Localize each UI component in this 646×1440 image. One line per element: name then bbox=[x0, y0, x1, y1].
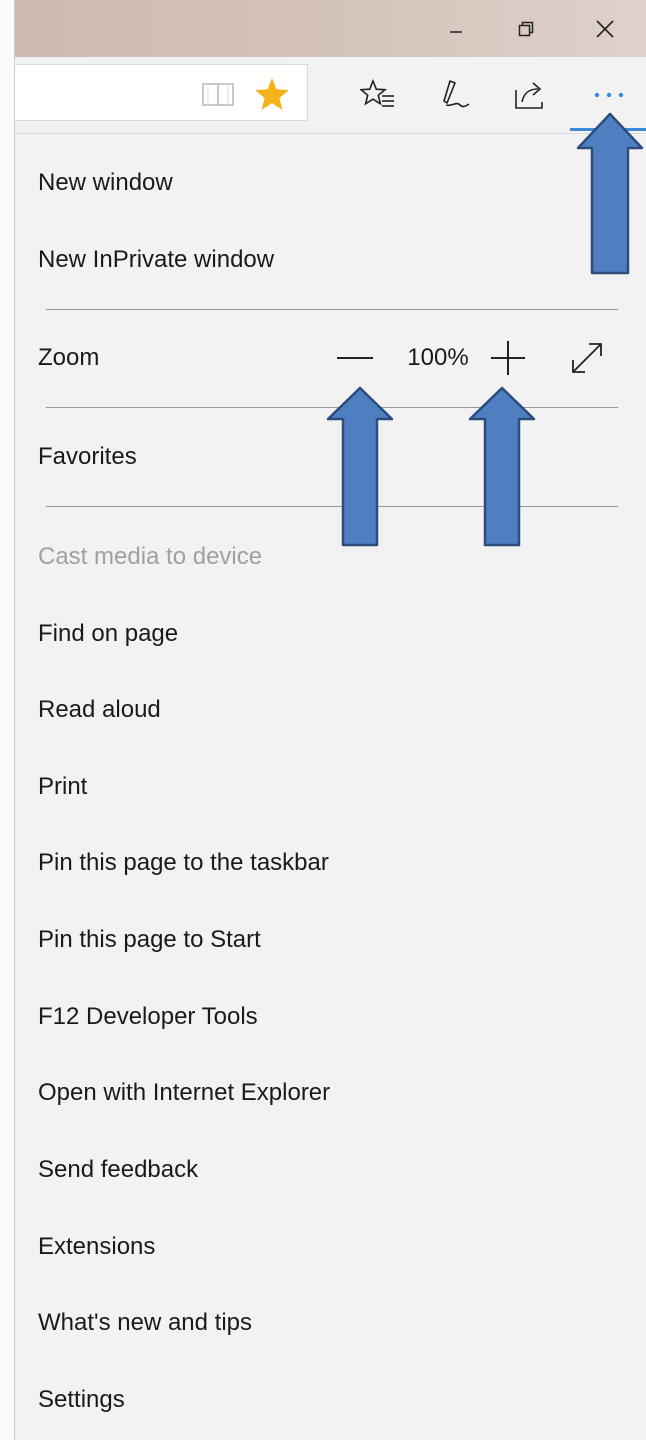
more-actions-button[interactable] bbox=[589, 75, 629, 115]
zoom-in-button[interactable] bbox=[484, 334, 532, 382]
restore-button[interactable] bbox=[496, 0, 556, 57]
zoom-row: Zoom 100% bbox=[15, 320, 646, 396]
zoom-out-button[interactable] bbox=[331, 334, 379, 382]
menu-item-label: Favorites bbox=[38, 443, 137, 470]
menu-item-read-aloud[interactable]: Read aloud bbox=[15, 672, 646, 748]
favorites-hub-button[interactable] bbox=[358, 75, 398, 115]
menu-divider bbox=[46, 309, 618, 310]
menu-item-new-inprivate-window[interactable]: New InPrivate window bbox=[15, 222, 646, 298]
menu-item-label: Extensions bbox=[38, 1233, 156, 1260]
left-window-edge bbox=[0, 0, 15, 1440]
menu-item-new-window[interactable]: New window bbox=[15, 145, 646, 221]
book-icon bbox=[202, 83, 234, 106]
minus-icon bbox=[337, 357, 373, 359]
close-icon bbox=[596, 19, 614, 38]
add-favorite-button[interactable] bbox=[250, 78, 294, 110]
menu-item-label: F12 Developer Tools bbox=[38, 1003, 258, 1030]
more-actions-menu: New window New InPrivate window Zoom 100… bbox=[15, 133, 646, 1440]
menu-item-label: Read aloud bbox=[38, 696, 161, 723]
menu-item-settings[interactable]: Settings bbox=[15, 1362, 646, 1438]
up-arrow-annotation-zoom-in bbox=[468, 386, 536, 547]
up-arrow-annotation-more bbox=[576, 112, 644, 275]
ellipsis-icon bbox=[594, 92, 624, 98]
menu-item-pin-taskbar[interactable]: Pin this page to the taskbar bbox=[15, 825, 646, 901]
browser-toolbar bbox=[15, 57, 646, 133]
menu-item-whats-new[interactable]: What's new and tips bbox=[15, 1285, 646, 1361]
menu-item-pin-start[interactable]: Pin this page to Start bbox=[15, 902, 646, 978]
menu-item-send-feedback[interactable]: Send feedback bbox=[15, 1132, 646, 1208]
menu-item-label: Pin this page to Start bbox=[38, 926, 261, 953]
menu-item-developer-tools[interactable]: F12 Developer Tools bbox=[15, 979, 646, 1055]
zoom-label: Zoom bbox=[38, 344, 100, 371]
minimize-button[interactable] bbox=[426, 0, 486, 57]
up-arrow-annotation-zoom-out bbox=[326, 386, 394, 547]
web-notes-button[interactable] bbox=[434, 75, 474, 115]
menu-item-extensions[interactable]: Extensions bbox=[15, 1209, 646, 1285]
menu-item-label: New InPrivate window bbox=[38, 246, 275, 273]
minimize-icon bbox=[450, 30, 462, 33]
full-screen-button[interactable] bbox=[563, 334, 611, 382]
close-button[interactable] bbox=[575, 0, 635, 57]
title-bar bbox=[15, 0, 646, 57]
menu-item-label: What's new and tips bbox=[38, 1309, 253, 1336]
zoom-level: 100% bbox=[407, 344, 469, 371]
reading-view-button[interactable] bbox=[198, 79, 238, 109]
star-icon bbox=[255, 78, 289, 110]
plus-icon bbox=[491, 341, 525, 375]
restore-icon bbox=[518, 21, 534, 36]
menu-item-label: Find on page bbox=[38, 620, 179, 647]
favorites-list-icon bbox=[360, 79, 394, 107]
share-icon bbox=[515, 82, 543, 109]
menu-item-label: Open with Internet Explorer bbox=[38, 1079, 331, 1106]
menu-item-label: Pin this page to the taskbar bbox=[38, 849, 329, 876]
menu-item-print[interactable]: Print bbox=[15, 749, 646, 825]
fullscreen-icon bbox=[572, 343, 602, 373]
share-button[interactable] bbox=[510, 75, 550, 115]
menu-item-label: Send feedback bbox=[38, 1156, 199, 1183]
menu-item-label: Print bbox=[38, 773, 88, 800]
menu-item-find-on-page[interactable]: Find on page bbox=[15, 596, 646, 672]
menu-item-open-ie[interactable]: Open with Internet Explorer bbox=[15, 1055, 646, 1131]
menu-item-label: Cast media to device bbox=[38, 543, 263, 570]
menu-item-label: Settings bbox=[38, 1386, 125, 1413]
pen-icon bbox=[443, 80, 470, 108]
address-bar[interactable] bbox=[15, 64, 308, 121]
menu-item-label: New window bbox=[38, 169, 173, 196]
